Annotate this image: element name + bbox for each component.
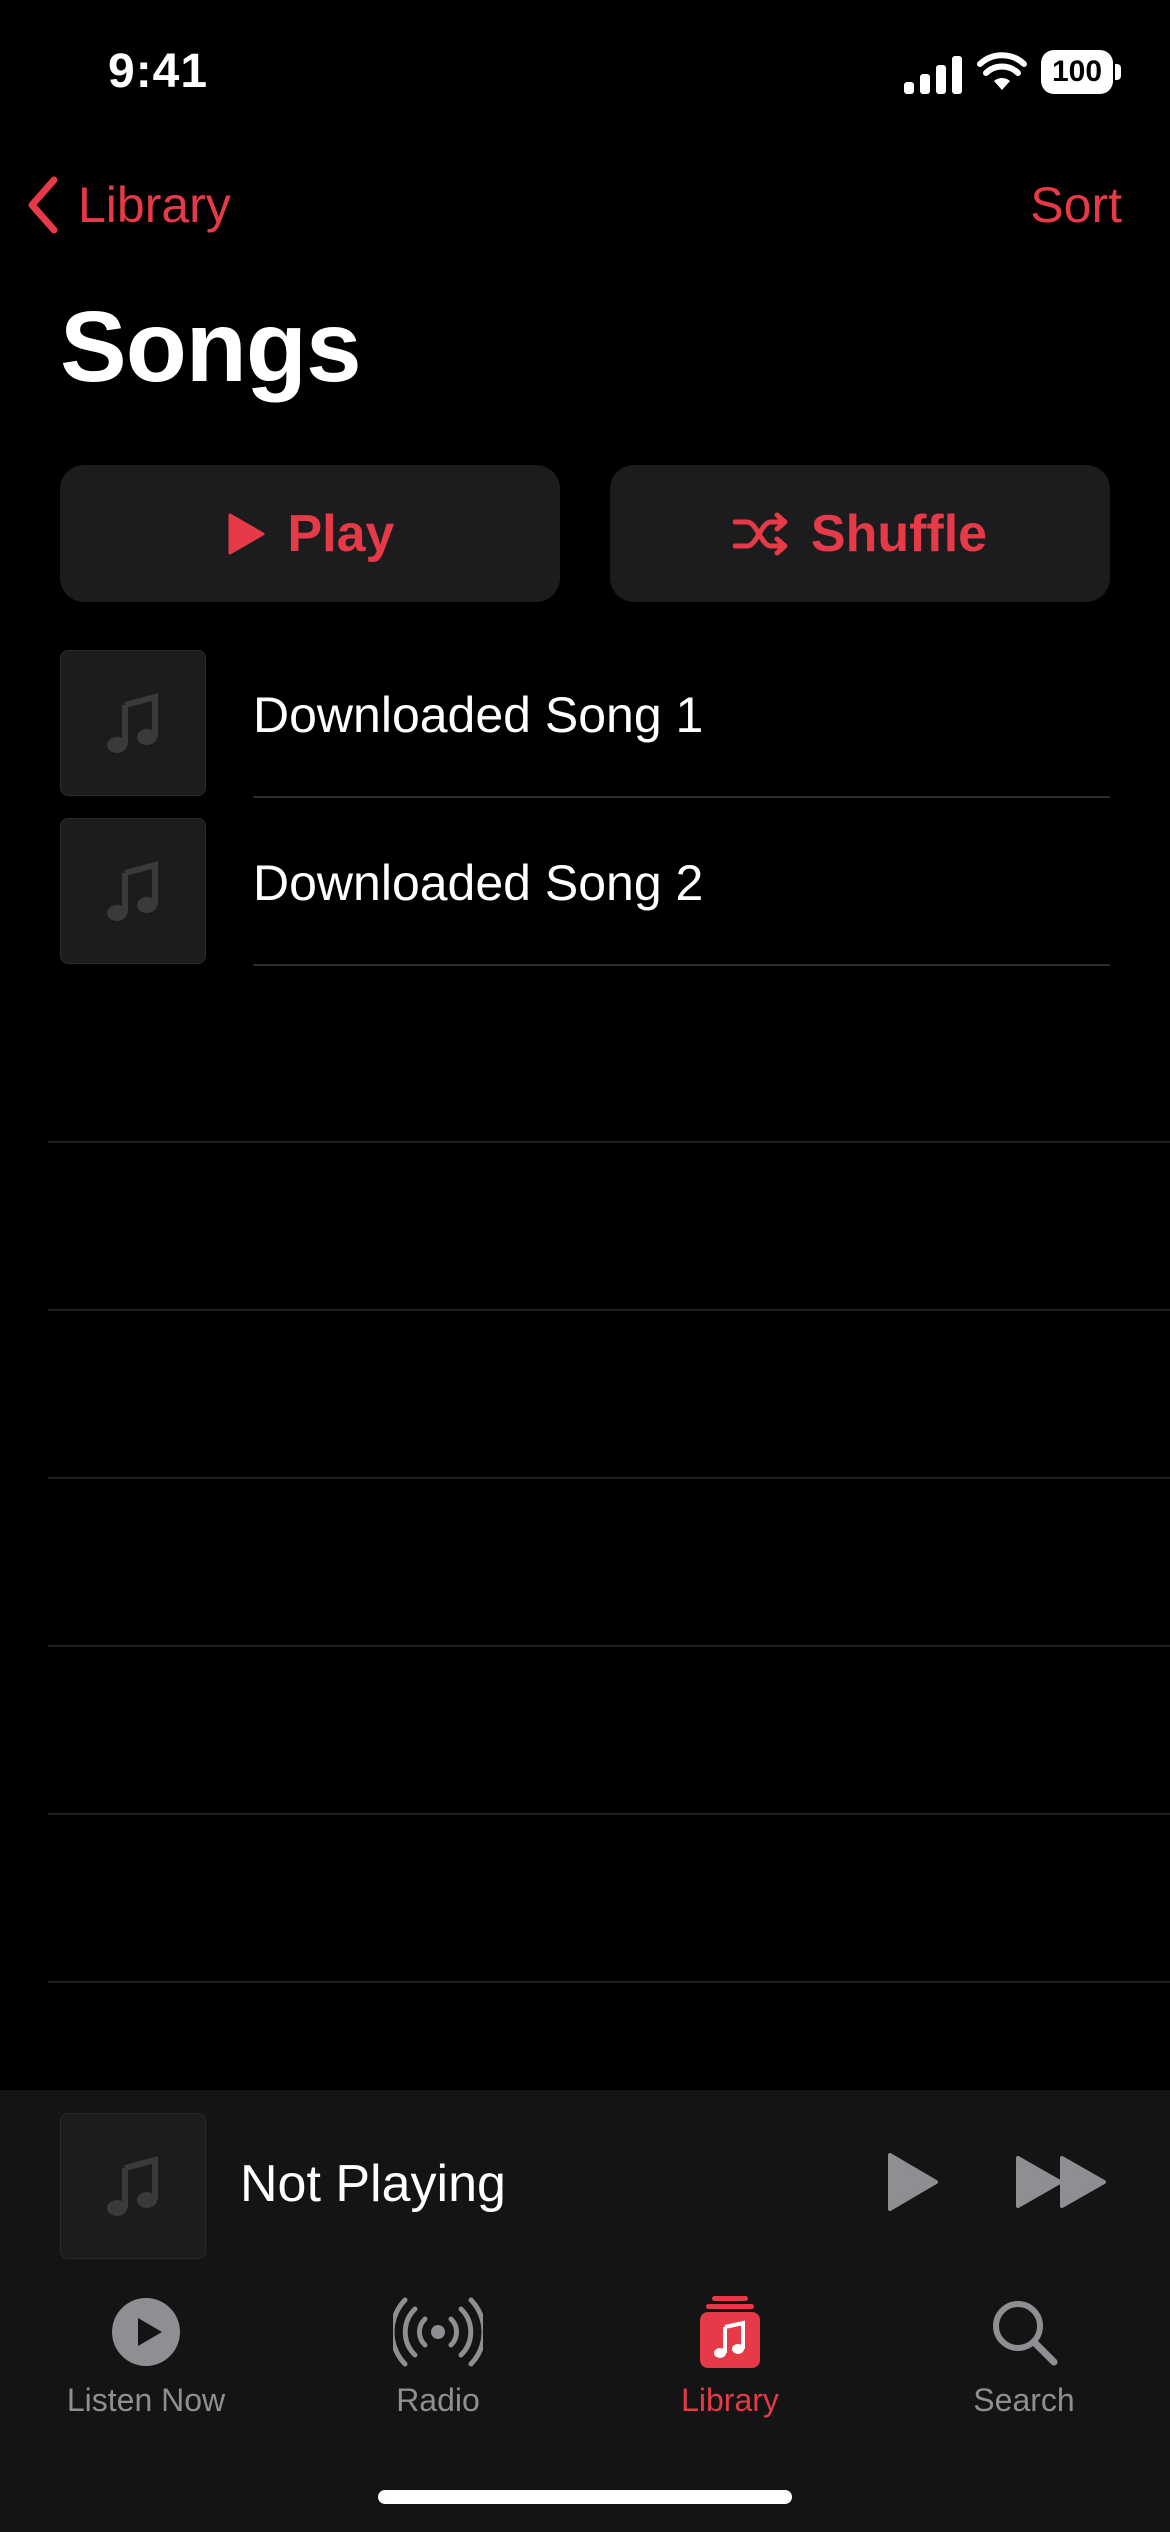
row-divider	[48, 1141, 1170, 1143]
row-divider	[48, 1981, 1170, 1983]
wifi-icon	[977, 52, 1027, 90]
page-title: Songs	[60, 291, 362, 403]
search-icon	[993, 2301, 1058, 2366]
song-artwork	[60, 650, 206, 796]
sort-button[interactable]: Sort	[1030, 176, 1122, 234]
tab-label: Listen Now	[66, 2382, 226, 2418]
play-button[interactable]: Play	[60, 465, 560, 602]
tab-library[interactable]: Library	[610, 2296, 850, 2419]
status-time: 9:41	[108, 45, 209, 98]
mini-player-artwork	[60, 2113, 206, 2259]
tab-label: Search	[973, 2382, 1075, 2418]
row-divider	[253, 796, 1110, 798]
song-artwork	[60, 818, 206, 964]
tab-listen-now[interactable]: Listen Now	[26, 2296, 266, 2419]
music-note-icon	[107, 2156, 158, 2216]
play-icon	[228, 513, 264, 554]
shuffle-icon	[732, 512, 788, 555]
now-playing-title: Not Playing	[240, 2155, 506, 2213]
song-title: Downloaded Song 1	[253, 687, 704, 743]
library-icon	[700, 2296, 760, 2368]
tab-label: Library	[681, 2382, 779, 2418]
tab-label: Radio	[396, 2382, 480, 2418]
song-title: Downloaded Song 2	[253, 855, 704, 911]
back-label: Library	[78, 177, 231, 233]
play-label: Play	[287, 504, 395, 563]
mini-play-icon[interactable]	[884, 2150, 940, 2214]
row-divider	[48, 1477, 1170, 1479]
music-note-icon	[107, 693, 158, 753]
shuffle-label: Shuffle	[810, 504, 988, 563]
row-divider	[48, 1813, 1170, 1815]
music-note-icon	[107, 861, 158, 921]
row-divider	[48, 1309, 1170, 1311]
cellular-signal-icon	[904, 52, 964, 94]
battery-icon: 100	[1041, 50, 1113, 94]
battery-tip	[1115, 64, 1121, 80]
tab-search[interactable]: Search	[904, 2296, 1144, 2419]
fast-forward-icon[interactable]	[1014, 2154, 1110, 2210]
home-indicator[interactable]	[378, 2490, 792, 2504]
song-row[interactable]: Downloaded Song 2	[60, 808, 1110, 976]
radio-icon	[393, 2297, 483, 2367]
back-button[interactable]: Library	[26, 170, 231, 240]
row-divider	[253, 964, 1110, 966]
song-row[interactable]: Downloaded Song 1	[60, 640, 1110, 808]
chevron-left-icon	[28, 176, 58, 234]
listen-now-icon	[112, 2298, 180, 2366]
tab-radio[interactable]: Radio	[318, 2296, 558, 2419]
shuffle-button[interactable]: Shuffle	[610, 465, 1110, 602]
battery-level: 100	[1051, 55, 1103, 88]
row-divider	[48, 1645, 1170, 1647]
